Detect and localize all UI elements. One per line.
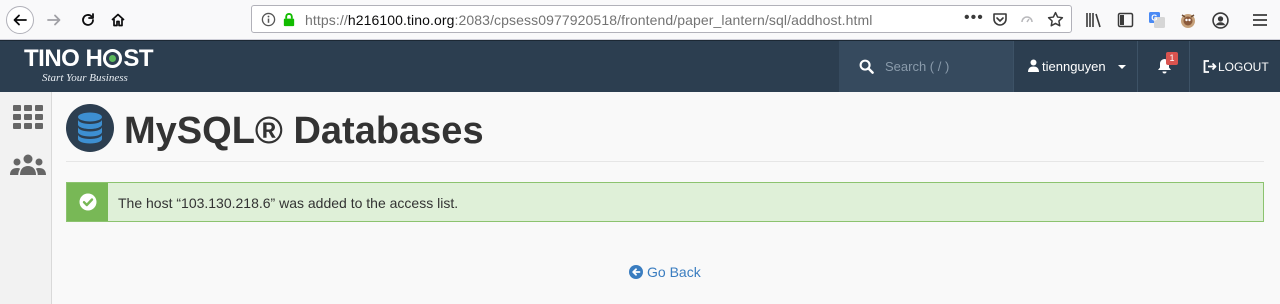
success-alert: The host “103.130.218.6” was added to th… bbox=[66, 182, 1264, 222]
logo-o-icon bbox=[103, 49, 123, 68]
tracking-icon[interactable] bbox=[1020, 12, 1034, 31]
search-placeholder: Search ( / ) bbox=[885, 59, 950, 74]
info-icon[interactable] bbox=[261, 12, 276, 32]
bookmark-star-icon[interactable] bbox=[1047, 11, 1064, 33]
url-path: :2083/cpsess0977920518/frontend/paper_la… bbox=[454, 12, 873, 28]
logo-wordmark: TINO H ST bbox=[24, 46, 153, 72]
go-back-label: Go Back bbox=[647, 264, 701, 280]
account-icon[interactable] bbox=[1210, 10, 1230, 30]
check-circle-icon bbox=[79, 193, 96, 211]
logout-button[interactable]: LOGOUT bbox=[1189, 41, 1280, 92]
user-menu[interactable]: tiennguyen bbox=[1013, 41, 1137, 92]
url-scheme: https:// bbox=[305, 12, 348, 28]
alert-message: The host “103.130.218.6” was added to th… bbox=[118, 195, 459, 211]
main-content: MySQL® Databases The host “103.130.218.6… bbox=[52, 92, 1280, 304]
alert-icon-container bbox=[67, 183, 108, 221]
page-actions-menu[interactable]: ••• bbox=[964, 9, 984, 27]
left-sidebar bbox=[0, 92, 52, 304]
library-icon[interactable] bbox=[1084, 10, 1104, 30]
notifications-button[interactable]: 1 bbox=[1137, 41, 1189, 92]
logo-text-right: ST bbox=[123, 45, 153, 72]
url-text[interactable]: https://h216100.tino.org:2083/cpsess0977… bbox=[305, 12, 872, 28]
pocket-icon[interactable] bbox=[992, 12, 1008, 32]
cpanel-header: TINO H ST Start Your Business Search ( / … bbox=[0, 40, 1280, 92]
logo-text-left: TINO H bbox=[24, 45, 103, 72]
username: tiennguyen bbox=[1042, 59, 1106, 74]
tinohost-logo[interactable]: TINO H ST Start Your Business bbox=[24, 46, 153, 85]
search-input[interactable]: Search ( / ) bbox=[839, 41, 1013, 92]
logout-label: LOGOUT bbox=[1218, 60, 1269, 74]
arrow-left-icon bbox=[13, 14, 27, 26]
user-icon bbox=[1028, 59, 1039, 77]
browser-toolbar: https://h216100.tino.org:2083/cpsess0977… bbox=[0, 0, 1280, 40]
logo-tagline: Start Your Business bbox=[42, 72, 128, 84]
logout-icon bbox=[1203, 60, 1217, 78]
reload-button[interactable] bbox=[74, 6, 102, 34]
database-icon bbox=[66, 104, 114, 152]
svg-text:G: G bbox=[1151, 14, 1157, 23]
page-title: MySQL® Databases bbox=[124, 110, 484, 152]
chevron-down-icon bbox=[1118, 65, 1126, 69]
users-group-icon[interactable] bbox=[10, 154, 46, 181]
apps-grid-icon[interactable] bbox=[13, 105, 43, 134]
home-icon bbox=[111, 13, 125, 27]
url-bar[interactable]: https://h216100.tino.org:2083/cpsess0977… bbox=[251, 5, 1072, 33]
url-host: h216100.tino.org bbox=[347, 12, 455, 28]
home-button[interactable] bbox=[104, 6, 132, 34]
reload-icon bbox=[82, 13, 94, 26]
arrow-right-icon bbox=[47, 14, 61, 26]
hamburger-menu-icon[interactable] bbox=[1250, 10, 1270, 30]
sidebar-icon[interactable] bbox=[1115, 10, 1135, 30]
title-divider bbox=[66, 161, 1264, 162]
translate-icon[interactable]: G bbox=[1147, 10, 1167, 30]
arrow-circle-left-icon bbox=[629, 265, 643, 279]
search-icon bbox=[859, 59, 874, 79]
back-button[interactable] bbox=[6, 6, 34, 34]
notification-count-badge: 1 bbox=[1166, 52, 1178, 65]
go-back-link[interactable]: Go Back bbox=[629, 264, 701, 280]
extension-icon[interactable] bbox=[1178, 10, 1198, 30]
lock-icon[interactable] bbox=[282, 12, 296, 32]
forward-button[interactable] bbox=[40, 6, 68, 34]
